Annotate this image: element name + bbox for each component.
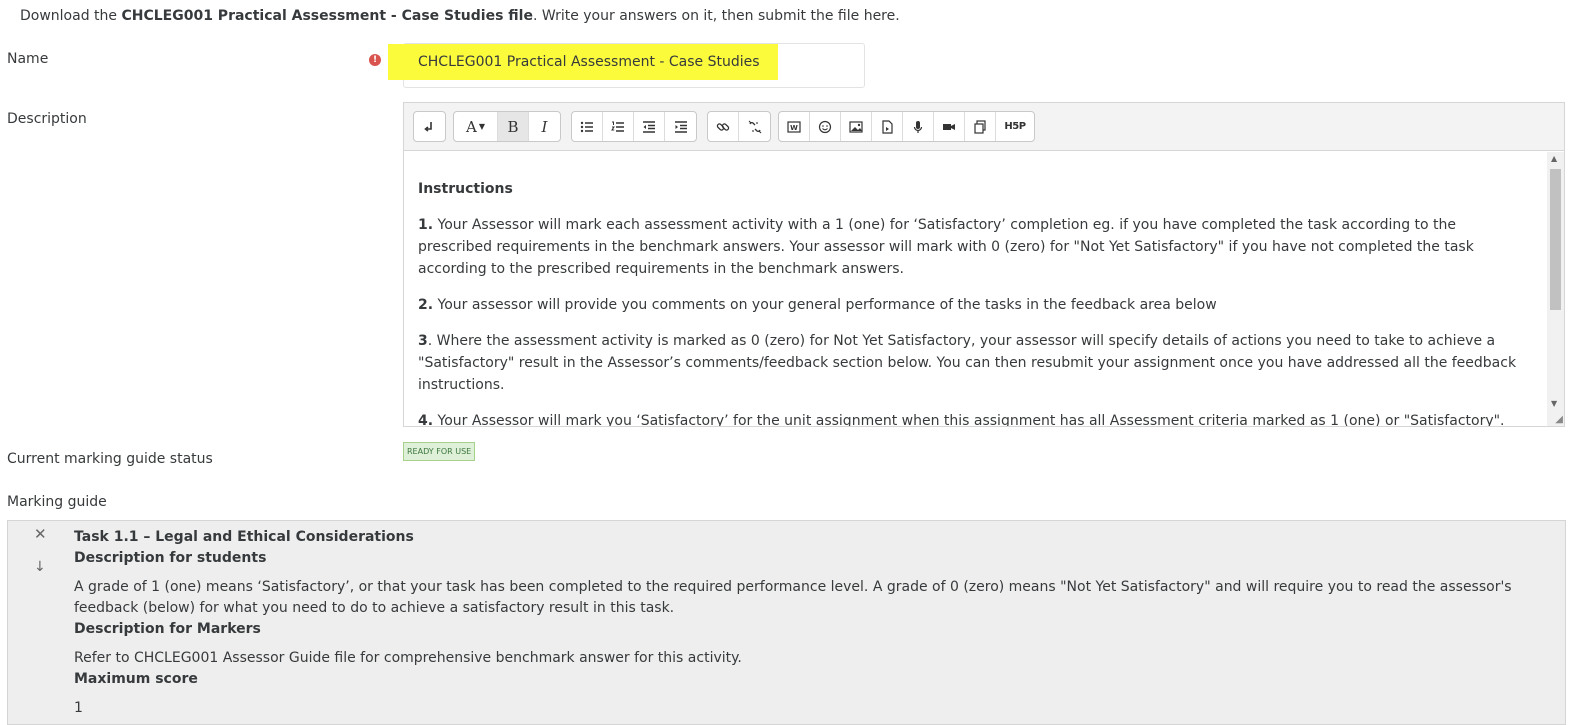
name-field-wrapper — [388, 43, 865, 88]
close-icon[interactable]: ✕ — [34, 525, 47, 543]
intro-text: Download the CHCLEG001 Practical Assessm… — [20, 8, 900, 24]
unlink-icon[interactable] — [739, 112, 770, 141]
resize-grip-icon[interactable]: ◢ — [1555, 414, 1563, 425]
instructions-heading: Instructions — [418, 181, 513, 197]
markers-description-heading: Description for Markers — [74, 621, 261, 637]
instruction-number: 1. — [418, 217, 434, 233]
outdent-icon[interactable] — [634, 112, 665, 141]
name-input[interactable] — [388, 44, 778, 80]
toolbar-group-font: A ▼ B I — [453, 111, 561, 142]
toolbar-group-expand — [413, 111, 446, 142]
italic-label: I — [541, 117, 548, 136]
students-description-text[interactable]: A grade of 1 (one) means ‘Satisfactory’,… — [74, 577, 1555, 619]
toolbar-group-links — [707, 111, 771, 142]
criterion-title[interactable]: Task 1.1 – Legal and Ethical Considerati… — [74, 527, 1555, 548]
editor-toolbar: A ▼ B I W H5P — [404, 103, 1564, 151]
instruction-item-4: 4. Your Assessor will mark you ‘Satisfac… — [418, 410, 1532, 426]
instruction-item-3: 3. Where the assessment activity is mark… — [418, 330, 1532, 396]
instruction-text: . Where the assessment activity is marke… — [418, 333, 1517, 393]
scroll-thumb[interactable] — [1550, 169, 1561, 310]
name-label: Name — [7, 51, 49, 67]
students-description-heading: Description for students — [74, 550, 267, 566]
word-import-icon[interactable]: W — [779, 112, 810, 141]
description-label: Description — [7, 111, 87, 127]
bold-label: B — [507, 117, 519, 136]
expand-toolbar-icon[interactable] — [414, 112, 445, 141]
toolbar-group-insert: W H5P — [778, 111, 1035, 142]
image-icon[interactable] — [841, 112, 872, 141]
instruction-item-1: 1. Your Assessor will mark each assessme… — [418, 214, 1532, 280]
exclamation-circle-icon: ! — [369, 54, 381, 66]
marking-guide-criterion: ✕ ↓ Task 1.1 – Legal and Ethical Conside… — [7, 520, 1566, 725]
h5p-icon[interactable]: H5P — [996, 112, 1034, 141]
instruction-text: Your Assessor will mark each assessment … — [418, 217, 1474, 277]
record-audio-icon[interactable] — [903, 112, 934, 141]
bold-icon[interactable]: B — [498, 112, 529, 141]
scroll-up-icon[interactable]: ▲ — [1551, 154, 1557, 163]
instruction-number: 2. — [418, 297, 434, 313]
marking-status-label: Current marking guide status — [7, 451, 213, 467]
link-icon[interactable] — [708, 112, 739, 141]
markers-description-text[interactable]: Refer to CHCLEG001 Assessor Guide file f… — [74, 648, 1555, 669]
instruction-text: Your assessor will provide you comments … — [433, 297, 1217, 313]
manage-files-icon[interactable] — [965, 112, 996, 141]
scroll-down-icon[interactable]: ▼ — [1551, 399, 1557, 408]
description-editor: A ▼ B I W H5P Instructions 1. Your Asses… — [403, 102, 1565, 427]
intro-prefix: Download the — [20, 8, 122, 24]
instruction-item-2: 2. Your assessor will provide you commen… — [418, 294, 1532, 316]
intro-suffix: . Write your answers on it, then submit … — [532, 8, 900, 24]
marking-guide-label: Marking guide — [7, 494, 107, 510]
emoticon-icon[interactable] — [810, 112, 841, 141]
ordered-list-icon[interactable] — [603, 112, 634, 141]
max-score-value[interactable]: 1 — [74, 698, 1555, 719]
svg-text:W: W — [790, 124, 798, 132]
instruction-number: 4. — [418, 413, 434, 426]
criterion-content: Task 1.1 – Legal and Ethical Considerati… — [74, 527, 1555, 719]
arrow-down-icon[interactable]: ↓ — [34, 559, 46, 575]
toolbar-group-lists — [571, 111, 697, 142]
status-badge: READY FOR USE — [403, 442, 476, 461]
editor-content[interactable]: Instructions 1. Your Assessor will mark … — [404, 152, 1546, 426]
italic-icon[interactable]: I — [529, 112, 560, 141]
indent-icon[interactable] — [665, 112, 696, 141]
h5p-label: H5P — [1004, 121, 1026, 132]
record-video-icon[interactable] — [934, 112, 965, 141]
font-style-icon[interactable]: A ▼ — [454, 112, 498, 141]
editor-scrollbar[interactable]: ▲ ▼ — [1547, 152, 1564, 426]
instruction-number: 3 — [418, 333, 428, 349]
font-style-label: A — [466, 117, 477, 136]
intro-file-name: CHCLEG001 Practical Assessment - Case St… — [121, 8, 533, 24]
media-icon[interactable] — [872, 112, 903, 141]
max-score-heading: Maximum score — [74, 671, 198, 687]
unordered-list-icon[interactable] — [572, 112, 603, 141]
instruction-text: Your Assessor will mark you ‘Satisfactor… — [433, 413, 1505, 426]
